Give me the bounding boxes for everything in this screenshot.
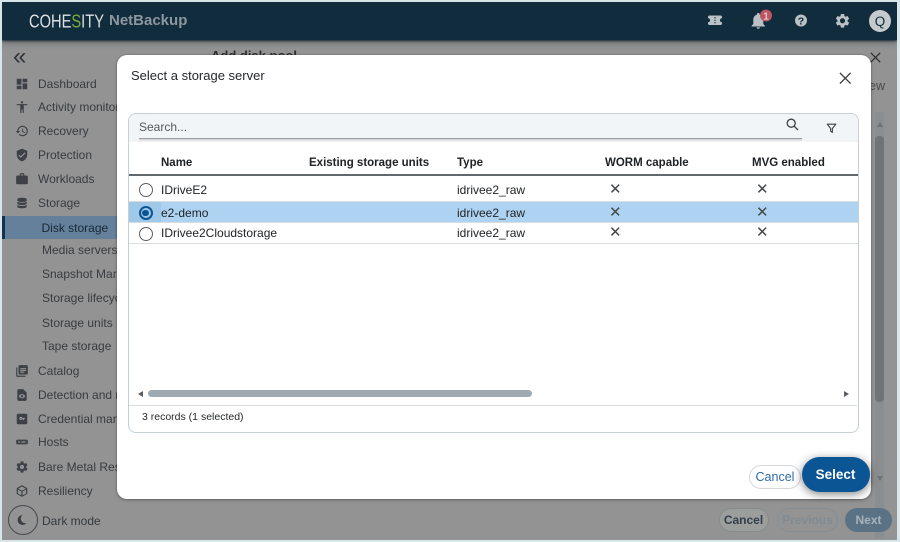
svg-text:Q: Q — [874, 14, 885, 29]
svg-text:COHESITY: COHESITY — [29, 11, 104, 32]
svg-text:?: ? — [797, 16, 803, 28]
svg-text:1: 1 — [763, 10, 769, 22]
